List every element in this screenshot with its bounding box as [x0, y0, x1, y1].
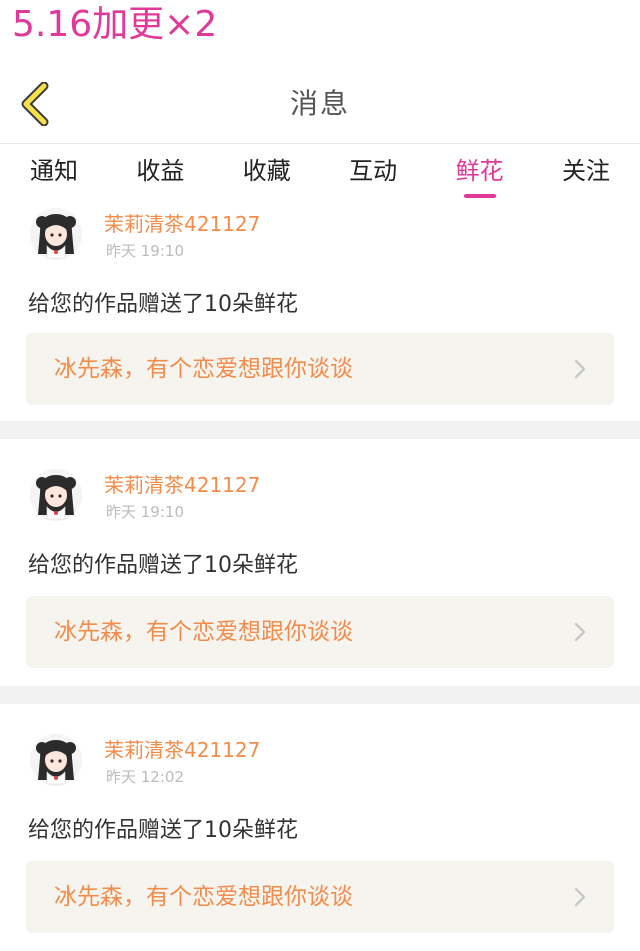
tab-follows[interactable]: 关注 [546, 144, 626, 204]
avatar-image [30, 469, 82, 521]
chevron-right-icon [574, 887, 586, 907]
tab-bar: 通知 收益 收藏 互动 鲜花 关注 [0, 144, 640, 204]
username[interactable]: 茉莉清茶421127 [104, 208, 260, 237]
chevron-right-icon [574, 359, 586, 379]
overlay-caption: 5.16加更×2 [0, 0, 640, 64]
avatar-image [30, 734, 82, 786]
avatar[interactable] [30, 734, 82, 786]
timestamp: 昨天 19:10 [106, 503, 184, 521]
work-title: 冰先森，有个恋爱想跟你谈谈 [54, 884, 353, 910]
message-card: 茉莉清茶421127 昨天 19:10 给您的作品赠送了10朵鲜花 冰先森，有个… [0, 439, 640, 686]
work-link[interactable]: 冰先森，有个恋爱想跟你谈谈 [26, 861, 614, 933]
username[interactable]: 茉莉清茶421127 [104, 734, 260, 763]
avatar[interactable] [30, 469, 82, 521]
avatar[interactable] [30, 208, 82, 260]
chevron-right-icon [574, 622, 586, 642]
divider [0, 421, 640, 439]
work-link[interactable]: 冰先森，有个恋爱想跟你谈谈 [26, 596, 614, 668]
avatar-image [30, 208, 82, 260]
tab-earnings[interactable]: 收益 [120, 144, 200, 204]
timestamp: 昨天 12:02 [106, 768, 184, 786]
work-title: 冰先森，有个恋爱想跟你谈谈 [54, 619, 353, 645]
tab-favorites[interactable]: 收藏 [227, 144, 307, 204]
tab-notifications[interactable]: 通知 [14, 144, 94, 204]
page-title: 消息 [289, 87, 350, 120]
tab-flowers[interactable]: 鲜花 [440, 144, 520, 204]
message-list: 茉莉清茶421127 昨天 19:10 给您的作品赠送了10朵鲜花 冰先森，有个… [0, 204, 640, 951]
message-text: 给您的作品赠送了10朵鲜花 [28, 818, 298, 843]
message-card: 茉莉清茶421127 昨天 12:02 给您的作品赠送了10朵鲜花 冰先森，有个… [0, 704, 640, 951]
work-title: 冰先森，有个恋爱想跟你谈谈 [54, 356, 353, 382]
message-text: 给您的作品赠送了10朵鲜花 [28, 553, 298, 578]
tab-interactions[interactable]: 互动 [333, 144, 413, 204]
top-bar: 消息 [0, 64, 640, 144]
divider [0, 686, 640, 704]
timestamp: 昨天 19:10 [106, 242, 184, 260]
message-text: 给您的作品赠送了10朵鲜花 [28, 292, 298, 317]
username[interactable]: 茉莉清茶421127 [104, 469, 260, 498]
message-card: 茉莉清茶421127 昨天 19:10 给您的作品赠送了10朵鲜花 冰先森，有个… [0, 204, 640, 421]
work-link[interactable]: 冰先森，有个恋爱想跟你谈谈 [26, 333, 614, 405]
